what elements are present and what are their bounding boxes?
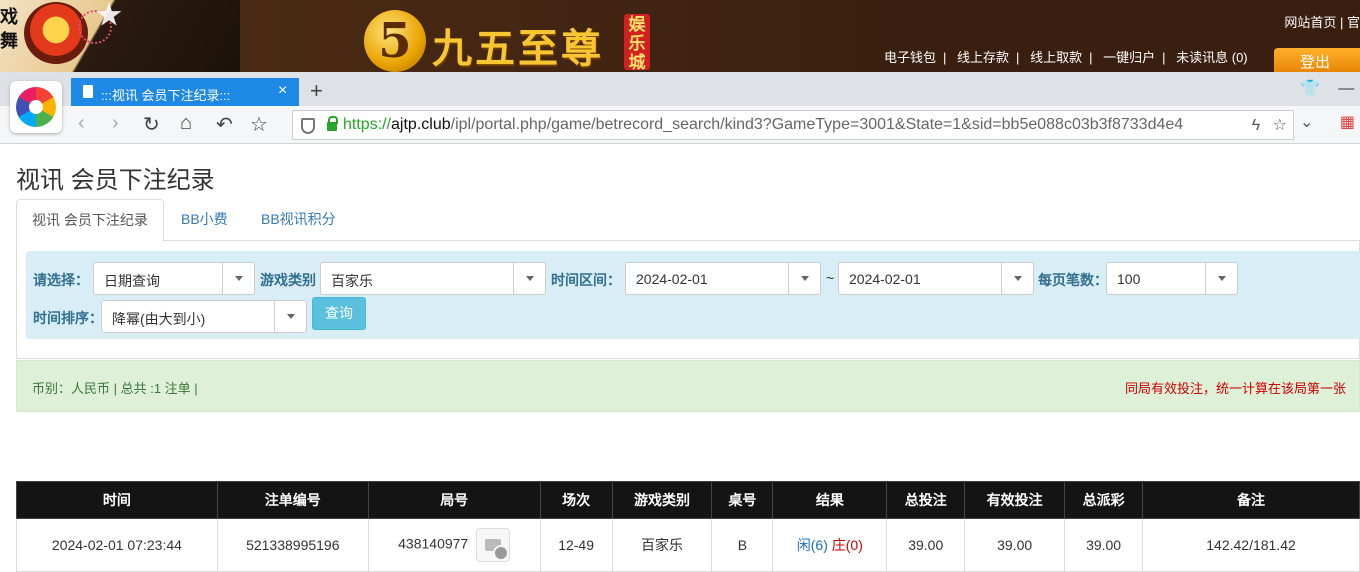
query-type-select[interactable]: 日期查询 (93, 262, 255, 295)
dropdown-arrow-icon[interactable] (1205, 263, 1237, 294)
tab-bb-tips[interactable]: BB小费 (166, 199, 243, 241)
undo-icon[interactable]: ↶ (216, 112, 233, 137)
account-links: 电子钱包 | 线上存款 | 线上取款 | 一键归户 | 未读讯息 (0) (884, 50, 1248, 65)
table-header-row: 时间 注单编号 局号 场次 游戏类别 桌号 结果 总投注 有效投注 总派彩 备注 (16, 481, 1360, 519)
home-icon[interactable]: ⌂ (180, 112, 192, 135)
cell-game-type: 百家乐 (611, 518, 713, 572)
browser-logo-icon (16, 87, 56, 127)
url-text[interactable]: https://ajtp.club/ipl/portal.php/game/be… (343, 116, 1233, 134)
site-logo-icon[interactable]: 5 (364, 10, 426, 72)
cell-remark: 142.42/181.42 (1142, 518, 1360, 572)
cell-payout: 39.00 (1064, 518, 1144, 572)
site-logo-tag: 娱乐城 (624, 14, 650, 73)
query-button[interactable]: 查询 (312, 297, 366, 330)
lock-icon[interactable] (327, 116, 338, 131)
address-bar-icons: ϟ ☆ (1252, 115, 1287, 135)
dropdown-arrow-icon[interactable] (222, 263, 254, 294)
link-online-deposit[interactable]: 线上存款 (957, 50, 1009, 65)
sort-order-select[interactable]: 降幂(由大到小) (101, 300, 307, 333)
date-range-separator: ~ (826, 270, 835, 286)
cell-result: 闲(6) 庄(0) (772, 518, 888, 572)
col-round-no: 局号 (367, 481, 541, 519)
forward-icon[interactable]: › (112, 112, 119, 135)
cell-time: 2024-02-01 07:23:44 (16, 518, 218, 572)
date-from-select[interactable]: 2024-02-01 (625, 262, 821, 295)
summary-bar: 币别：人民币 | 总共 :1 注单 | 同局有效投注，统一计算在该局第一张 (16, 360, 1360, 412)
time-range-label: 时间区间： (551, 272, 621, 288)
lightning-icon[interactable]: ϟ (1252, 117, 1260, 134)
site-banner: 戏舞 5 九五至尊 娱乐城 网站首页 | 官 电子钱包 | 线上存款 | 线上取款 |… (0, 0, 1360, 74)
table-row: 2024-02-01 07:23:44 521338995196 4381409… (16, 518, 1360, 572)
col-session: 场次 (539, 481, 613, 519)
browser-app-button[interactable] (10, 81, 62, 133)
round-no-text: 438140977 (398, 535, 469, 552)
chrome-top-icons: 👕 — (1300, 78, 1354, 98)
minimize-icon[interactable]: — (1338, 80, 1354, 97)
col-valid-bet: 有效投注 (964, 481, 1066, 519)
dropdown-arrow-icon[interactable] (274, 301, 306, 332)
logout-button[interactable]: 登出 (1274, 48, 1360, 74)
bet-records-table: 时间 注单编号 局号 场次 游戏类别 桌号 结果 总投注 有效投注 总派彩 备注… (16, 481, 1360, 572)
summary-note: 同局有效投注，统一计算在该局第一张 (1125, 381, 1347, 396)
col-time: 时间 (16, 481, 218, 519)
document-icon (83, 85, 93, 98)
cell-table-no: B (711, 518, 774, 572)
page-title: 视讯 会员下注纪录 (16, 167, 215, 194)
address-bar[interactable]: https://ajtp.club/ipl/portal.php/game/be… (292, 110, 1294, 140)
col-remark: 备注 (1142, 481, 1360, 519)
site-logo-text[interactable]: 九五至尊 (432, 16, 604, 74)
date-to-select[interactable]: 2024-02-01 (838, 262, 1034, 295)
back-icon[interactable]: ‹ (78, 112, 85, 135)
col-order-no: 注单编号 (216, 481, 369, 519)
link-online-withdraw[interactable]: 线上取款 (1030, 50, 1082, 65)
link-e-wallet[interactable]: 电子钱包 (884, 50, 936, 65)
result-player: 闲(6) (796, 537, 828, 553)
favorite-star-icon[interactable]: ☆ (1273, 117, 1287, 134)
replay-video-icon[interactable] (476, 528, 511, 562)
tab-bet-records[interactable]: 视讯 会员下注纪录 (16, 199, 164, 242)
link-one-click-transfer[interactable]: 一键归户 (1103, 50, 1155, 65)
col-payout: 总派彩 (1064, 481, 1144, 519)
cell-round-no: 438140977 (367, 518, 541, 572)
close-tab-icon[interactable]: × (278, 82, 287, 100)
cell-order-no: 521338995196 (216, 518, 369, 572)
top-right-links[interactable]: 网站首页 | 官 (1284, 12, 1360, 31)
tab-bb-video-points[interactable]: BB视讯积分 (246, 199, 351, 241)
game-type-select[interactable]: 百家乐 (320, 262, 546, 295)
cell-total-bet[interactable]: 39.00 (886, 518, 966, 572)
col-result: 结果 (772, 481, 888, 519)
col-game-type: 游戏类别 (611, 481, 713, 519)
summary-currency-total: 币别：人民币 | 总共 :1 注单 | (32, 381, 198, 396)
browser-tab-title: :::视讯 会员下注纪录::: (101, 88, 231, 103)
toolbar-end-icons: ⌄ ▦ (1300, 112, 1355, 132)
chevron-down-icon[interactable]: ⌄ (1300, 114, 1313, 131)
banner-decoration: 戏舞 (0, 0, 240, 74)
game-type-label: 游戏类别 (260, 272, 316, 288)
page-tabs: 视讯 会员下注纪录 BB小费 BB视讯积分 (16, 199, 1360, 242)
reload-icon[interactable]: ↻ (143, 112, 160, 137)
link-unread-messages[interactable]: 未读讯息 (0) (1176, 50, 1248, 65)
col-table-no: 桌号 (711, 481, 774, 519)
per-page-select[interactable]: 100 (1106, 262, 1238, 295)
bookmark-star-icon[interactable]: ☆ (250, 112, 268, 137)
banner-side-text: 戏舞 (0, 7, 18, 52)
browser-tab[interactable]: :::视讯 会员下注纪录::: × (71, 78, 299, 106)
col-total-bet: 总投注 (886, 481, 966, 519)
dropdown-arrow-icon[interactable] (1001, 263, 1033, 294)
sort-label: 时间排序： (33, 310, 103, 326)
cell-valid-bet: 39.00 (964, 518, 1066, 572)
cell-session: 12-49 (539, 518, 613, 572)
dropdown-arrow-icon[interactable] (513, 263, 545, 294)
new-tab-icon[interactable]: + (310, 78, 323, 104)
shield-icon[interactable] (301, 118, 315, 134)
dropdown-arrow-icon[interactable] (788, 263, 820, 294)
apps-grid-icon[interactable]: ▦ (1340, 114, 1355, 131)
result-banker: 庄(0) (831, 537, 863, 553)
per-page-label: 每页笔数： (1038, 272, 1108, 288)
shirt-icon[interactable]: 👕 (1300, 80, 1320, 97)
select-label: 请选择： (33, 272, 89, 288)
